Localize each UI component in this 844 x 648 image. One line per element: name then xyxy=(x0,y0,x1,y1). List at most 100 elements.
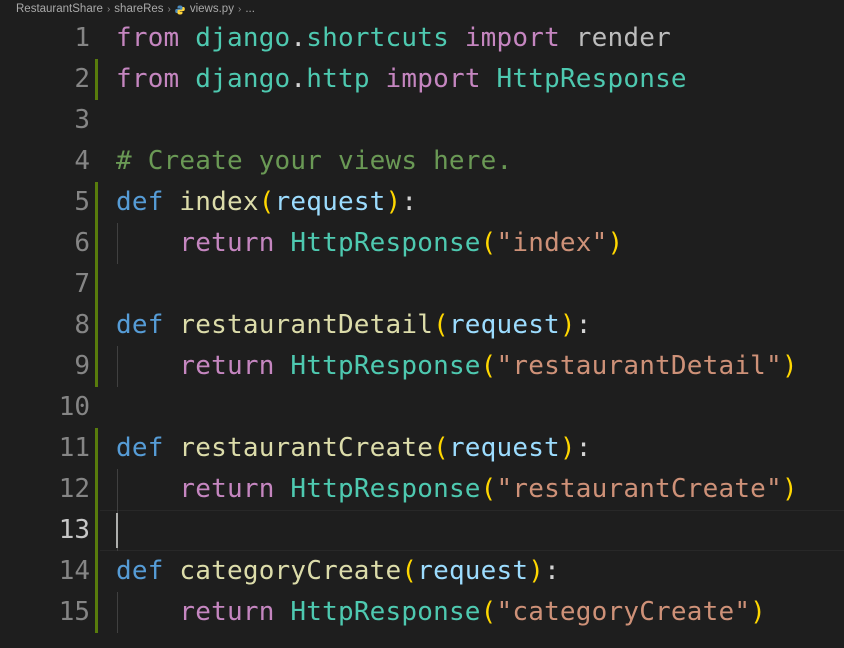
code-line[interactable]: 4 # Create your views here. xyxy=(0,141,844,182)
code-token-keyword-import: from xyxy=(116,23,180,53)
breadcrumb-more[interactable]: ... xyxy=(245,3,255,15)
code-token-class: HttpResponse xyxy=(290,474,481,504)
code-line[interactable]: 14 def categoryCreate(request): xyxy=(0,551,844,592)
code-token-plain: : xyxy=(401,187,418,217)
line-number: 10 xyxy=(58,392,90,422)
code-token-param: request xyxy=(274,187,386,217)
code-token-module: django xyxy=(195,23,291,53)
code-token-class: HttpResponse xyxy=(496,64,687,94)
code-text: def index(request): xyxy=(116,182,417,223)
code-token-function: restaurantDetail xyxy=(179,310,434,340)
line-number: 11 xyxy=(58,433,90,463)
code-token-keyword-def: def xyxy=(116,187,164,217)
code-token-param: request xyxy=(448,433,560,463)
line-number: 2 xyxy=(74,64,90,94)
code-line[interactable]: 6 return HttpResponse("index") xyxy=(0,223,844,264)
code-text: return HttpResponse("categoryCreate") xyxy=(116,592,766,633)
code-text: def categoryCreate(request): xyxy=(116,551,560,592)
code-line[interactable]: 10 xyxy=(0,387,844,428)
code-line[interactable]: 11 def restaurantCreate(request): xyxy=(0,428,844,469)
code-line[interactable]: 7 xyxy=(0,264,844,305)
code-token-class: HttpResponse xyxy=(290,228,481,258)
code-token-paren: ) xyxy=(750,597,767,627)
code-token-dim-name: render xyxy=(575,23,671,53)
code-line[interactable]: 9 return HttpResponse("restaurantDetail"… xyxy=(0,346,844,387)
chevron-right-icon: › xyxy=(106,3,111,15)
code-text: def restaurantCreate(request): xyxy=(116,428,592,469)
code-token-keyword-def: def xyxy=(116,433,164,463)
code-token-paren: ( xyxy=(433,433,449,463)
code-line[interactable]: 13 xyxy=(0,510,844,551)
code-line[interactable]: 1 from django.shortcuts import render xyxy=(0,18,844,59)
code-text: # Create your views here. xyxy=(116,141,512,182)
gutter-modified-marker[interactable] xyxy=(95,346,98,387)
code-text: from django.shortcuts import render xyxy=(116,18,671,59)
code-token-paren: ) xyxy=(385,187,402,217)
chevron-right-icon: › xyxy=(167,3,171,15)
code-token-paren: ( xyxy=(433,310,449,340)
code-token-param: request xyxy=(448,310,560,340)
code-line[interactable]: 12 return HttpResponse("restaurantCreate… xyxy=(0,469,844,510)
code-token-paren: ) xyxy=(781,474,798,504)
breadcrumb-project[interactable]: RestaurantShare xyxy=(16,3,103,15)
code-token-module: http xyxy=(306,64,370,94)
gutter-modified-marker[interactable] xyxy=(95,223,98,264)
line-number: 5 xyxy=(74,187,90,217)
code-token-keyword-import: return xyxy=(179,474,275,504)
gutter-modified-marker[interactable] xyxy=(95,182,98,223)
gutter-modified-marker[interactable] xyxy=(95,592,98,633)
code-token-paren: ( xyxy=(401,556,418,586)
code-token-param: request xyxy=(417,556,529,586)
gutter-modified-marker[interactable] xyxy=(95,59,98,100)
code-token-paren: ) xyxy=(607,228,624,258)
code-token-comment: # Create your views here. xyxy=(116,146,513,176)
code-text: return HttpResponse("restaurantCreate") xyxy=(116,469,798,510)
code-token-paren: ) xyxy=(528,556,545,586)
gutter-modified-marker[interactable] xyxy=(95,469,98,510)
gutter-modified-marker[interactable] xyxy=(95,428,98,469)
line-number: 13 xyxy=(58,515,90,545)
code-token-function: index xyxy=(179,187,259,217)
code-token-paren: ( xyxy=(480,597,497,627)
gutter-modified-marker[interactable] xyxy=(95,305,98,346)
chevron-right-icon: › xyxy=(237,3,242,15)
breadcrumb-folder[interactable]: shareRes xyxy=(114,3,163,15)
code-line[interactable]: 15 return HttpResponse("categoryCreate") xyxy=(0,592,844,633)
code-line[interactable]: 8 def restaurantDetail(request): xyxy=(0,305,844,346)
code-editor[interactable]: 1 from django.shortcuts import render 2 fro… xyxy=(0,18,844,648)
code-token-paren: ( xyxy=(480,351,497,381)
code-token-keyword-import: import xyxy=(385,64,481,94)
code-text: return HttpResponse("index") xyxy=(116,223,623,264)
line-number: 6 xyxy=(74,228,90,258)
gutter-modified-marker[interactable] xyxy=(95,551,98,592)
code-token-keyword-import: return xyxy=(179,351,275,381)
code-token-class: HttpResponse xyxy=(290,351,481,381)
code-text: def restaurantDetail(request): xyxy=(116,305,592,346)
line-number: 12 xyxy=(58,474,90,504)
gutter-modified-marker[interactable] xyxy=(95,510,98,551)
code-token-paren: ( xyxy=(480,228,497,258)
code-token-keyword-import: return xyxy=(179,228,275,258)
gutter-modified-marker[interactable] xyxy=(95,264,98,305)
python-file-icon xyxy=(175,5,185,15)
code-line[interactable]: 3 xyxy=(0,100,844,141)
code-token-keyword-import: import xyxy=(464,23,560,53)
breadcrumb-file[interactable]: views.py xyxy=(190,3,234,15)
code-line[interactable]: 2 from django.http import HttpResponse xyxy=(0,59,844,100)
code-token-plain: : xyxy=(575,310,592,340)
code-token-string: "restaurantDetail" xyxy=(496,351,782,381)
code-line[interactable]: 5 def index(request): xyxy=(0,182,844,223)
code-token-paren: ( xyxy=(258,187,275,217)
